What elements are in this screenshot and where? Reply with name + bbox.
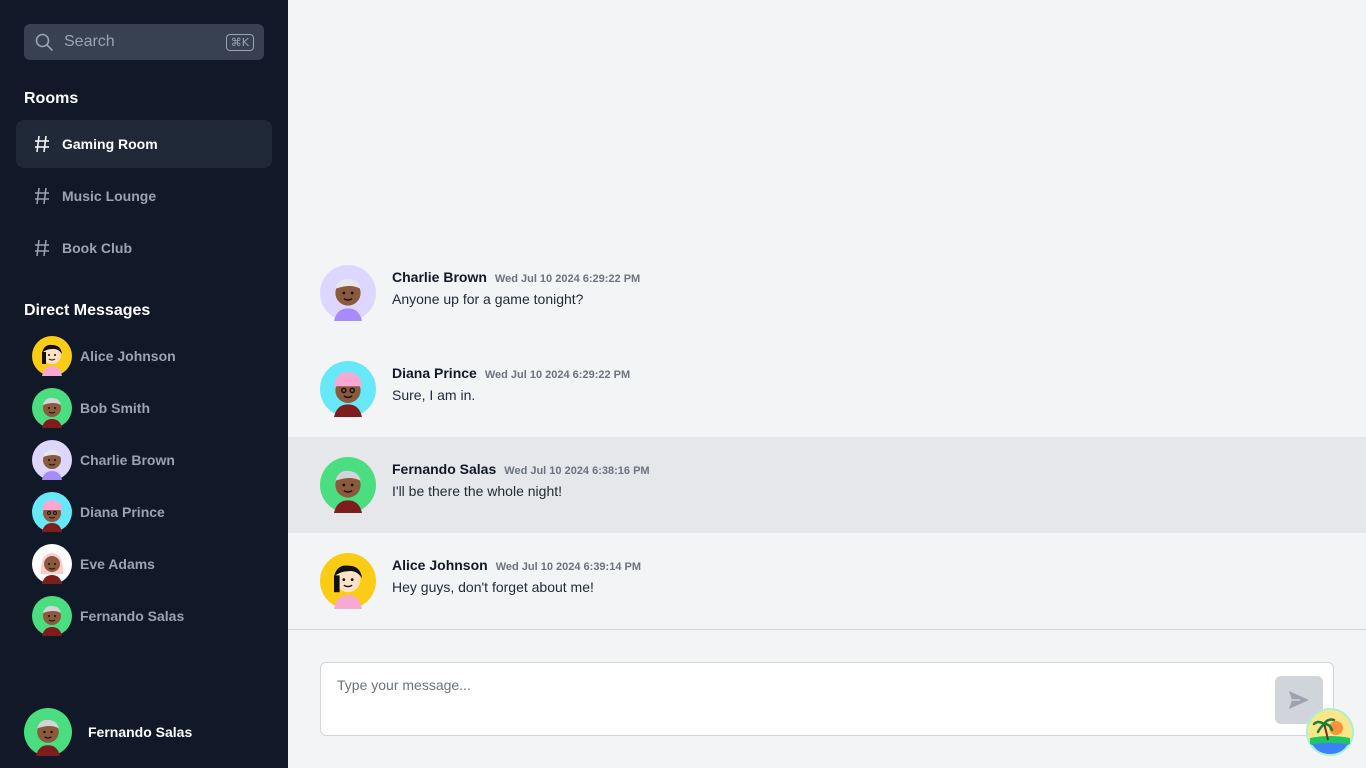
room-item-music-lounge[interactable]: Music Lounge [16, 172, 272, 220]
message-author: Charlie Brown [392, 269, 487, 285]
room-label: Book Club [62, 240, 132, 256]
dm-item-bob-smith[interactable]: Bob Smith [32, 388, 150, 428]
message-timestamp: Wed Jul 10 2024 6:29:22 PM [484, 369, 631, 381]
avatar [32, 440, 72, 480]
avatar [24, 708, 72, 756]
message-author: Diana Prince [392, 365, 477, 381]
room-item-gaming-room[interactable]: Gaming Room [16, 120, 272, 168]
avatar [32, 596, 72, 636]
current-user[interactable]: Fernando Salas [24, 708, 192, 756]
avatar [32, 544, 72, 584]
message-composer [320, 662, 1334, 736]
message-item: Alice Johnson Wed Jul 10 2024 6:39:14 PM… [288, 533, 1366, 629]
message-timestamp: Wed Jul 10 2024 6:29:22 PM [494, 273, 641, 285]
message-text: Anyone up for a game tonight? [392, 291, 584, 307]
search-bar[interactable]: Search ⌘K [24, 24, 264, 60]
current-user-name: Fernando Salas [88, 724, 193, 740]
direct-messages-heading: Direct Messages [24, 302, 151, 319]
composer-divider [288, 629, 1366, 630]
dm-item-charlie-brown[interactable]: Charlie Brown [32, 440, 175, 480]
dm-name: Fernando Salas [80, 608, 185, 624]
dm-name: Eve Adams [80, 556, 155, 572]
dm-item-eve-adams[interactable]: Eve Adams [32, 544, 155, 584]
dm-item-fernando-salas[interactable]: Fernando Salas [32, 596, 184, 636]
search-shortcut: ⌘K [225, 33, 254, 51]
message-timestamp: Wed Jul 10 2024 6:39:14 PM [495, 561, 642, 573]
message-input[interactable] [337, 677, 1257, 693]
message-text: Sure, I am in. [392, 387, 476, 403]
avatar [320, 457, 376, 513]
message-item: Fernando Salas Wed Jul 10 2024 6:38:16 P… [288, 437, 1366, 533]
message-item: Diana Prince Wed Jul 10 2024 6:29:22 PM … [288, 341, 1366, 437]
message-author: Fernando Salas [392, 461, 497, 477]
avatar [320, 361, 376, 417]
sidebar: Search ⌘K Rooms Gaming Room Music Lounge… [0, 0, 288, 768]
dm-name: Alice Johnson [80, 348, 176, 364]
avatar [32, 388, 72, 428]
hash-icon [35, 187, 49, 205]
dm-name: Bob Smith [80, 400, 150, 416]
room-label: Music Lounge [62, 188, 157, 204]
chat-panel: Charlie Brown Wed Jul 10 2024 6:29:22 PM… [288, 0, 1366, 768]
message-timestamp: Wed Jul 10 2024 6:38:16 PM [504, 465, 650, 477]
dm-item-diana-prince[interactable]: Diana Prince [32, 492, 165, 532]
message-text: Hey guys, don't forget about me! [392, 579, 594, 595]
room-label: Gaming Room [62, 136, 158, 152]
message-text: I'll be there the whole night! [392, 483, 563, 499]
floating-beach-icon[interactable] [1306, 708, 1354, 756]
search-icon [35, 33, 53, 51]
avatar [32, 336, 72, 376]
dm-item-alice-johnson[interactable]: Alice Johnson [32, 336, 176, 376]
rooms-heading: Rooms [24, 90, 79, 107]
avatar [320, 265, 376, 321]
room-item-book-club[interactable]: Book Club [16, 224, 272, 272]
message-author: Alice Johnson [392, 557, 488, 573]
dm-name: Charlie Brown [80, 452, 175, 468]
search-placeholder: Search [64, 33, 115, 50]
avatar [32, 492, 72, 532]
hash-icon [35, 239, 49, 257]
hash-icon [35, 135, 49, 153]
avatar [320, 553, 376, 609]
message-item: Charlie Brown Wed Jul 10 2024 6:29:22 PM… [288, 245, 1366, 341]
dm-name: Diana Prince [80, 504, 165, 520]
